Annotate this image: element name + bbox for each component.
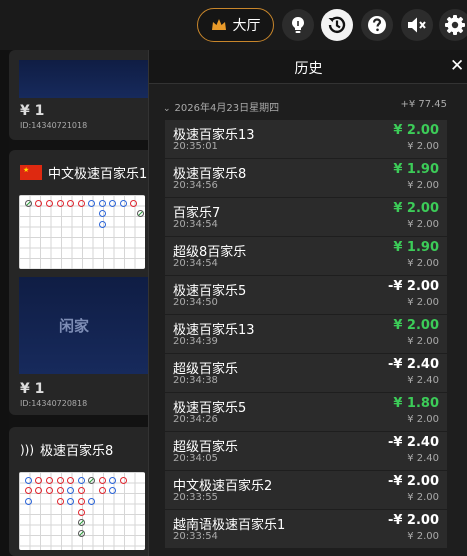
card-1-table-id: ID:14340721018 xyxy=(20,121,88,130)
history-entry[interactable]: 越南语极速百家乐1 20:33:54 -¥ 2.00 ¥ 2.00 xyxy=(165,510,447,548)
left-gutter xyxy=(0,50,9,556)
history-entry[interactable]: 百家乐7 20:34:54 ¥ 2.00 ¥ 2.00 xyxy=(165,198,447,236)
history-entry[interactable]: 极速百家乐8 20:34:56 ¥ 1.90 ¥ 2.00 xyxy=(165,159,447,197)
entry-time: 20:34:39 xyxy=(173,336,218,347)
history-button[interactable] xyxy=(321,9,353,41)
card-2-table-id: ID:14340720818 xyxy=(20,399,88,408)
entry-amount: ¥ 1.90 xyxy=(393,162,439,177)
entry-time: 20:34:50 xyxy=(173,297,218,308)
history-date-group[interactable]: ⌄ 2026年4月23日星期四 +¥ 77.45 xyxy=(163,99,453,114)
history-entry[interactable]: 超级百家乐 20:34:05 -¥ 2.40 ¥ 2.40 xyxy=(165,432,447,470)
entry-amount: ¥ 2.00 xyxy=(393,318,439,333)
card-2-bead-road xyxy=(19,195,145,269)
card-2-banner: 闲家 xyxy=(58,317,89,335)
entry-time: 20:35:01 xyxy=(173,141,218,152)
help-icon xyxy=(368,16,386,34)
card-1-price: ¥ 1 xyxy=(20,103,45,119)
entry-amount: ¥ 2.00 xyxy=(393,201,439,216)
history-entry[interactable]: 中文极速百家乐2 20:33:55 -¥ 2.00 ¥ 2.00 xyxy=(165,471,447,509)
entry-stake: ¥ 2.40 xyxy=(407,453,439,464)
crown-icon xyxy=(211,19,226,30)
history-entry[interactable]: 极速百家乐5 20:34:50 -¥ 2.00 ¥ 2.00 xyxy=(165,276,447,314)
history-title: 历史 xyxy=(294,61,323,77)
gear-icon xyxy=(445,15,465,35)
history-entry[interactable]: 超级8百家乐 20:34:54 ¥ 1.90 ¥ 2.00 xyxy=(165,237,447,275)
entry-time: 20:34:56 xyxy=(173,180,218,191)
settings-button[interactable] xyxy=(439,9,467,41)
entry-time: 20:34:54 xyxy=(173,258,218,269)
lightbulb-icon xyxy=(292,17,304,33)
card-1-preview xyxy=(19,60,157,98)
entry-amount: ¥ 1.90 xyxy=(393,240,439,255)
entry-amount: ¥ 2.00 xyxy=(393,123,439,138)
entry-stake: ¥ 2.00 xyxy=(407,297,439,308)
entry-stake: ¥ 2.40 xyxy=(407,375,439,386)
card-2-title: 中文极速百家乐1 xyxy=(48,167,148,182)
history-entry[interactable]: 极速百家乐13 20:35:01 ¥ 2.00 ¥ 2.00 xyxy=(165,120,447,158)
history-panel: 历史 ✕ ⌄ 2026年4月23日星期四 +¥ 77.45 极速百家乐13 20:3… xyxy=(148,50,467,556)
entry-time: 20:33:55 xyxy=(173,492,218,503)
entry-time: 20:34:54 xyxy=(173,219,218,230)
entry-stake: ¥ 2.00 xyxy=(407,141,439,152)
card-3-title-row: ))) 极速百家乐8 xyxy=(20,440,114,460)
history-day-total: +¥ 77.45 xyxy=(400,99,447,110)
entry-stake: ¥ 2.00 xyxy=(407,531,439,542)
history-icon xyxy=(328,16,346,34)
live-signal-icon: ))) xyxy=(20,442,35,457)
china-flag-icon: ★ xyxy=(20,165,42,180)
entry-time: 20:33:54 xyxy=(173,531,218,542)
entry-amount: -¥ 2.40 xyxy=(387,435,439,450)
top-bar: 大厅 xyxy=(0,0,467,50)
entry-time: 20:34:05 xyxy=(173,453,218,464)
lightbulb-button[interactable] xyxy=(282,9,314,41)
entry-amount: ¥ 1.80 xyxy=(393,396,439,411)
entry-amount: -¥ 2.00 xyxy=(387,513,439,528)
entry-amount: -¥ 2.40 xyxy=(387,357,439,372)
entry-stake: ¥ 2.00 xyxy=(407,180,439,191)
lobby-label: 大厅 xyxy=(232,18,261,34)
history-entry[interactable]: 极速百家乐13 20:34:39 ¥ 2.00 ¥ 2.00 xyxy=(165,315,447,353)
history-date: 2026年4月23日星期四 xyxy=(174,103,280,114)
card-3-bead-road xyxy=(19,472,145,550)
card-2-price: ¥ 1 xyxy=(20,381,45,397)
history-header: 历史 ✕ xyxy=(149,50,467,84)
mute-icon xyxy=(408,17,426,33)
entry-stake: ¥ 2.00 xyxy=(407,414,439,425)
entry-stake: ¥ 2.00 xyxy=(407,492,439,503)
entry-amount: -¥ 2.00 xyxy=(387,474,439,489)
lobby-button[interactable]: 大厅 xyxy=(197,8,274,42)
entry-amount: -¥ 2.00 xyxy=(387,279,439,294)
card-2-preview: 闲家 xyxy=(19,277,157,374)
history-entry[interactable]: 超级百家乐 20:34:38 -¥ 2.40 ¥ 2.40 xyxy=(165,354,447,392)
entry-stake: ¥ 2.00 xyxy=(407,219,439,230)
help-button[interactable] xyxy=(361,9,393,41)
entry-time: 20:34:38 xyxy=(173,375,218,386)
entry-stake: ¥ 2.00 xyxy=(407,336,439,347)
card-2-title-row: ★ 中文极速百家乐1 xyxy=(20,163,147,182)
entry-stake: ¥ 2.00 xyxy=(407,258,439,269)
close-icon[interactable]: ✕ xyxy=(450,58,464,75)
card-3-title: 极速百家乐8 xyxy=(40,444,114,459)
mute-button[interactable] xyxy=(401,9,433,41)
chevron-down-icon: ⌄ xyxy=(163,104,171,114)
entry-time: 20:34:26 xyxy=(173,414,218,425)
history-entry[interactable]: 极速百家乐5 20:34:26 ¥ 1.80 ¥ 2.00 xyxy=(165,393,447,431)
